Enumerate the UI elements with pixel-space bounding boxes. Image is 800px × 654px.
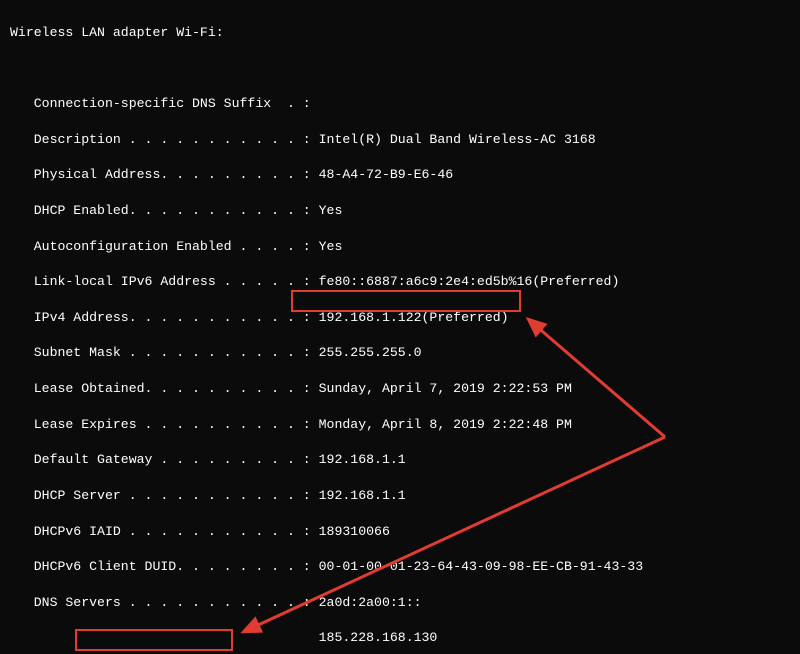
terminal-output: Wireless LAN adapter Wi-Fi: Connection-s…: [0, 0, 800, 654]
wifi-link-local-ipv6: Link-local IPv6 Address . . . . . : fe80…: [10, 273, 790, 291]
wifi-dhcpv6-client-duid: DHCPv6 Client DUID. . . . . . . . : 00-0…: [10, 558, 790, 576]
wifi-lease-obtained: Lease Obtained. . . . . . . . . . : Sund…: [10, 380, 790, 398]
wifi-ipv4-address: IPv4 Address. . . . . . . . . . . : 192.…: [10, 309, 790, 327]
wifi-dns-servers-line2: 185.228.168.130: [10, 629, 790, 647]
wifi-dhcp-server: DHCP Server . . . . . . . . . . . : 192.…: [10, 487, 790, 505]
wifi-dns-suffix: Connection-specific DNS Suffix . :: [10, 95, 790, 113]
dns-primary-value: 2a0d:2a00:1::: [319, 595, 422, 610]
blank-line: [10, 59, 790, 77]
wifi-dns-servers-line1: DNS Servers . . . . . . . . . . . : 2a0d…: [10, 594, 790, 612]
wifi-lease-expires: Lease Expires . . . . . . . . . . : Mond…: [10, 416, 790, 434]
wifi-description: Description . . . . . . . . . . . : Inte…: [10, 131, 790, 149]
wifi-dhcp-enabled: DHCP Enabled. . . . . . . . . . . : Yes: [10, 202, 790, 220]
wifi-subnet-mask: Subnet Mask . . . . . . . . . . . : 255.…: [10, 344, 790, 362]
wifi-physical-address: Physical Address. . . . . . . . . : 48-A…: [10, 166, 790, 184]
wifi-header: Wireless LAN adapter Wi-Fi:: [10, 24, 790, 42]
wifi-dhcpv6-iaid: DHCPv6 IAID . . . . . . . . . . . : 1893…: [10, 523, 790, 541]
wifi-default-gateway: Default Gateway . . . . . . . . . : 192.…: [10, 451, 790, 469]
wifi-autoconfig-enabled: Autoconfiguration Enabled . . . . : Yes: [10, 238, 790, 256]
